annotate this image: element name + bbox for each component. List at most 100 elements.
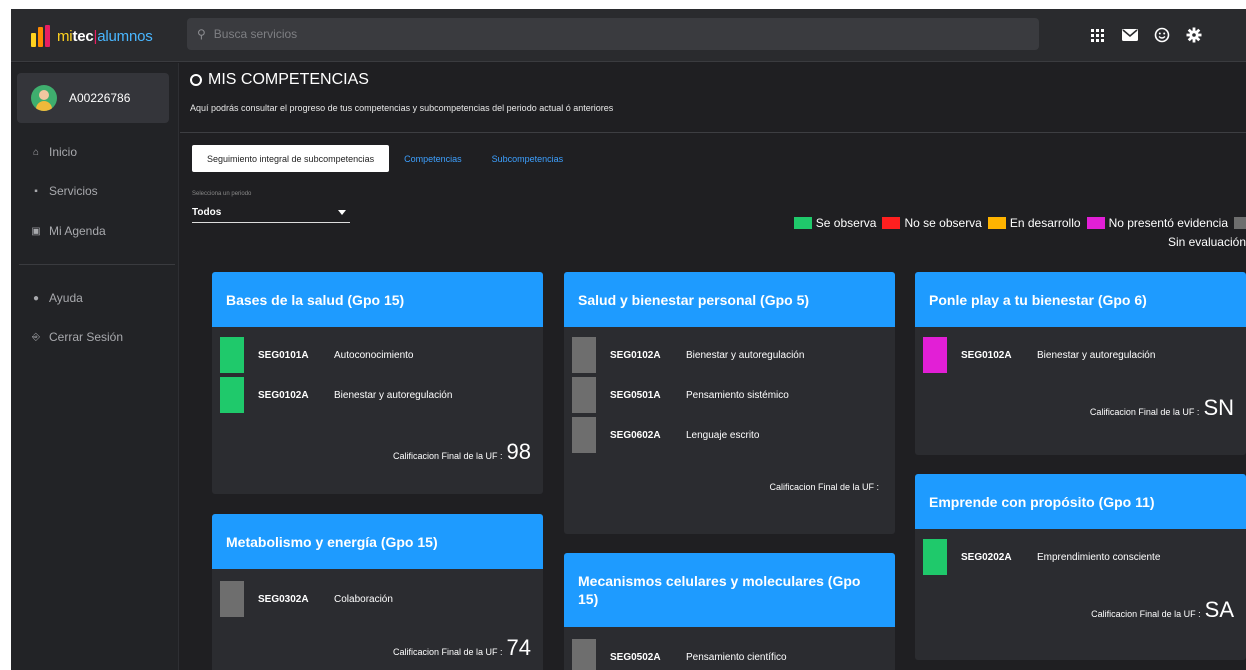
status-swatch <box>220 377 244 413</box>
sidebar-item-cerrar-sesion[interactable]: ⎆ Cerrar Sesión <box>29 330 123 344</box>
sub-name: Autoconocimiento <box>334 349 414 361</box>
home-icon: ⌂ <box>32 146 40 158</box>
card-title[interactable]: Mecanismos celulares y moleculares (Gpo … <box>564 553 895 627</box>
competency-card: Bases de la salud (Gpo 15) SEG0101A Auto… <box>212 272 543 494</box>
sub-code: SEG0102A <box>961 349 1012 361</box>
sub-name: Emprendimiento consciente <box>1037 551 1161 563</box>
legend-item: En desarrollo <box>987 216 1081 230</box>
sidebar-item-ayuda[interactable]: ● Ayuda <box>29 291 83 305</box>
card-body: SEG0102A Bienestar y autoregulación SEG0… <box>564 327 895 534</box>
subcompetency-row: SEG0502A Pensamiento científico <box>572 639 887 670</box>
sub-name: Bienestar y autoregulación <box>334 389 453 401</box>
legend-item <box>1234 217 1246 229</box>
status-swatch <box>572 337 596 373</box>
card-title[interactable]: Bases de la salud (Gpo 15) <box>212 272 543 327</box>
sub-code: SEG0501A <box>610 389 661 401</box>
smiley-icon[interactable] <box>1151 24 1173 46</box>
card-title[interactable]: Ponle play a tu bienestar (Gpo 6) <box>915 272 1246 327</box>
tab-subcompetencias[interactable]: Subcompetencias <box>477 145 579 172</box>
card-body: SEG0502A Pensamiento científico <box>564 627 895 670</box>
subcompetency-row: SEG0101A Autoconocimiento <box>220 337 535 373</box>
user-card[interactable]: A00226786 <box>17 73 169 123</box>
legend-swatch <box>1086 217 1105 229</box>
card-title[interactable]: Metabolismo y energía (Gpo 15) <box>212 514 543 569</box>
tab-competencias[interactable]: Competencias <box>389 145 477 172</box>
final-grade: Calificacion Final de la UF : <box>769 482 883 492</box>
sub-name: Lenguaje escrito <box>686 429 760 441</box>
card-title[interactable]: Salud y bienestar personal (Gpo 5) <box>564 272 895 327</box>
page-title-text: MIS COMPETENCIAS <box>208 71 369 88</box>
apps-grid-icon[interactable] <box>1086 24 1108 46</box>
final-grade: Calificacion Final de la UF : 74 <box>393 635 531 661</box>
sidebar-item-label: Mi Agenda <box>49 224 106 238</box>
final-grade-value: SN <box>1203 395 1234 420</box>
final-grade: Calificacion Final de la UF : 98 <box>393 439 531 465</box>
legend-item-label: Sin evaluación <box>1167 235 1246 249</box>
subcompetency-row: SEG0102A Bienestar y autoregulación <box>220 377 535 413</box>
sidebar-item-label: Cerrar Sesión <box>49 330 124 344</box>
legend-item: Se observa <box>793 216 876 230</box>
logout-icon: ⎆ <box>32 331 40 343</box>
status-swatch <box>923 337 947 373</box>
final-grade-value: 74 <box>506 635 531 660</box>
mail-icon[interactable] <box>1119 24 1141 46</box>
period-select[interactable]: Todos <box>192 203 350 223</box>
avatar <box>31 85 57 111</box>
card-body: SEG0101A Autoconocimiento SEG0102A Biene… <box>212 327 543 494</box>
sub-code: SEG0602A <box>610 429 661 441</box>
competency-card: Mecanismos celulares y moleculares (Gpo … <box>564 553 895 670</box>
card-title[interactable]: Emprende con propósito (Gpo 11) <box>915 474 1246 529</box>
card-body: SEG0302A Colaboración Calificacion Final… <box>212 569 543 670</box>
legend-swatch <box>882 217 901 229</box>
status-legend: Se observa No se observa En desarrollo N… <box>746 216 1246 249</box>
final-grade-label: Calificacion Final de la UF : <box>392 647 503 657</box>
final-grade-value: SA <box>1204 597 1234 622</box>
sub-code: SEG0502A <box>610 651 661 663</box>
subcompetency-row: SEG0202A Emprendimiento consciente <box>923 539 1238 575</box>
calendar-icon: ▣ <box>31 225 41 237</box>
status-swatch <box>572 377 596 413</box>
search-input[interactable] <box>213 27 1014 41</box>
competency-card: Emprende con propósito (Gpo 11) SEG0202A… <box>915 474 1246 660</box>
sidebar-item-inicio[interactable]: ⌂ Inicio <box>29 145 77 159</box>
subcompetency-row: SEG0302A Colaboración <box>220 581 535 617</box>
app-window: mitec|alumnos ⚲ A00226786 ⌂ Inicio <box>11 9 1246 670</box>
chevron-down-icon <box>338 210 346 215</box>
final-grade: Calificacion Final de la UF : SN <box>1090 395 1234 421</box>
sub-name: Pensamiento sistémico <box>686 389 789 401</box>
final-grade-label: Calificacion Final de la UF : <box>1089 407 1200 417</box>
final-grade: Calificacion Final de la UF : SA <box>1091 597 1234 623</box>
help-icon: ● <box>32 292 40 304</box>
page-subtitle: Aquí podrás consultar el progreso de tus… <box>190 103 614 113</box>
sidebar-divider <box>19 264 175 265</box>
search-icon: ⚲ <box>197 27 206 41</box>
sub-code: SEG0202A <box>961 551 1012 563</box>
grid-icon: ▪ <box>34 185 38 197</box>
search-bar[interactable]: ⚲ <box>187 18 1039 50</box>
legend-swatch <box>1234 217 1246 229</box>
tab-seguimiento-integral[interactable]: Seguimiento integral de subcompetencias <box>192 145 390 172</box>
final-grade-label: Calificacion Final de la UF : <box>769 482 879 492</box>
logo-bars-icon <box>31 25 52 47</box>
status-swatch <box>572 639 596 670</box>
mitec-logo[interactable]: mitec|alumnos <box>31 23 153 49</box>
final-grade-value: 98 <box>506 439 531 464</box>
sidebar-item-mi-agenda[interactable]: ▣ Mi Agenda <box>29 224 106 238</box>
sub-code: SEG0302A <box>258 593 309 605</box>
sidebar-item-label: Inicio <box>49 145 78 159</box>
final-grade-label: Calificacion Final de la UF : <box>1091 609 1201 619</box>
page-title: MIS COMPETENCIAS <box>190 71 369 89</box>
sub-code: SEG0101A <box>258 349 309 361</box>
status-swatch <box>572 417 596 453</box>
card-body: SEG0102A Bienestar y autoregulación Cali… <box>915 327 1246 455</box>
sub-name: Colaboración <box>334 593 393 605</box>
period-label: Selecciona un periodo <box>192 191 252 197</box>
sidebar-item-servicios[interactable]: ▪ Servicios <box>29 184 97 198</box>
sub-code: SEG0102A <box>610 349 661 361</box>
sidebar-item-label: Ayuda <box>49 291 83 305</box>
gear-icon[interactable] <box>1183 24 1205 46</box>
top-bar: mitec|alumnos ⚲ <box>11 9 1246 62</box>
status-swatch <box>220 581 244 617</box>
sub-code: SEG0102A <box>258 389 309 401</box>
legend-item: No se observa <box>882 216 982 230</box>
